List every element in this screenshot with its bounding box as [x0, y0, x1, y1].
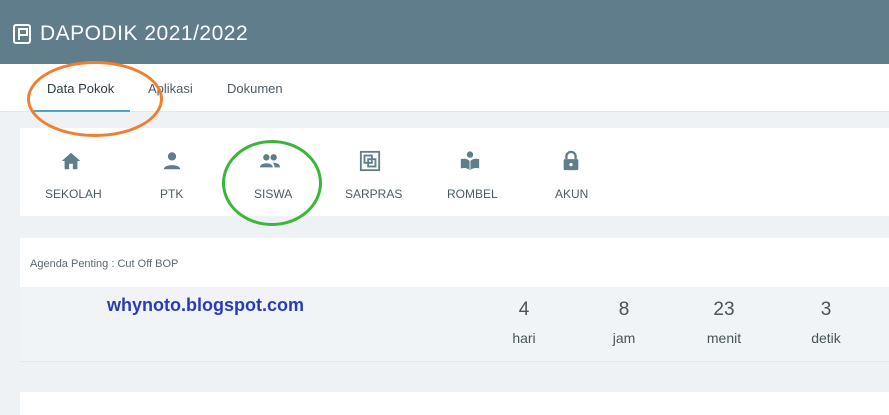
orange-annotation-circle [27, 61, 163, 137]
person-icon [163, 152, 181, 170]
menu-item-rombel[interactable]: ROMBEL [426, 128, 516, 216]
menu-label: PTK [160, 187, 184, 201]
watermark-text: whynoto.blogspot.com [107, 295, 304, 315]
book-reader-icon [460, 151, 480, 171]
menu-item-sekolah[interactable]: SEKOLAH [26, 128, 116, 216]
countdown-days-unit: hari [512, 330, 536, 346]
countdown-hours-value: 8 [618, 299, 630, 320]
app-title: DAPODIK 2021/2022 [40, 22, 249, 45]
menu-label: SEKOLAH [45, 187, 102, 201]
menu-label: ROMBEL [447, 187, 498, 201]
menu-item-ptk[interactable]: PTK [126, 128, 216, 216]
dapodik-logo-icon [13, 24, 31, 44]
menu-item-sarpras[interactable]: SARPRAS [326, 128, 416, 216]
menu-card: SEKOLAH PTK SISWA SARPRAS ROMBEL AKUN [20, 128, 889, 216]
countdown-minutes-value: 23 [713, 299, 735, 320]
tab-dokumen[interactable]: Dokumen [227, 81, 283, 96]
agenda-title: Agenda Penting : Cut Off BOP [30, 258, 179, 270]
green-annotation-circle [222, 140, 322, 226]
app-header: DAPODIK 2021/2022 [0, 0, 889, 64]
countdown-panel: whynoto.blogspot.com 4 hari 8 jam 23 men… [20, 287, 889, 362]
bottom-card [20, 392, 889, 415]
menu-item-akun[interactable]: AKUN [526, 128, 616, 216]
menu-label: AKUN [555, 187, 589, 201]
home-icon [61, 152, 81, 170]
menu-label: SARPRAS [345, 187, 403, 201]
agenda-card: Agenda Penting : Cut Off BOP whynoto.blo… [20, 238, 889, 362]
countdown-hours-unit: jam [612, 330, 636, 346]
countdown-minutes-unit: menit [706, 330, 742, 346]
lock-icon [563, 150, 579, 171]
building-icon [359, 150, 381, 172]
countdown-days-value: 4 [518, 299, 530, 320]
countdown-seconds-value: 3 [820, 299, 832, 320]
countdown-seconds-unit: detik [811, 330, 841, 346]
